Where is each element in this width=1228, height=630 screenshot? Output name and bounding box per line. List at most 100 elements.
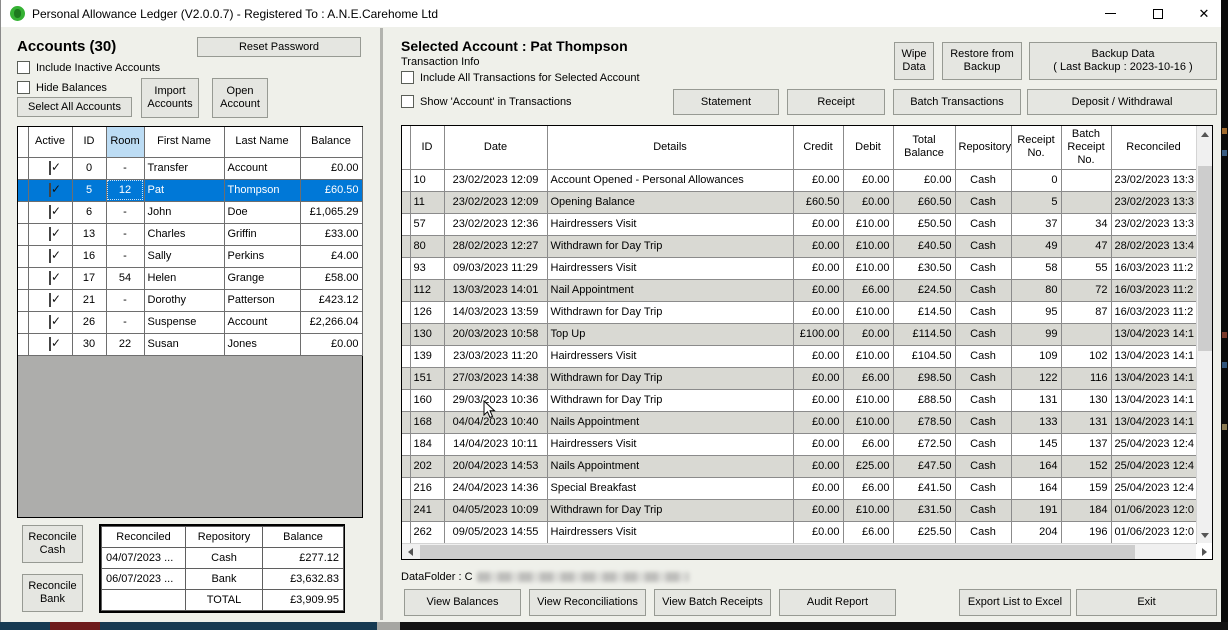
transaction-row[interactable]: 216 24/04/2023 14:36 Special Breakfast £… <box>402 477 1196 499</box>
transaction-row[interactable]: 112 13/03/2023 14:01 Nail Appointment £0… <box>402 279 1196 301</box>
checkbox-icon[interactable] <box>17 61 30 74</box>
transaction-row[interactable]: 11 23/02/2023 12:09 Opening Balance £60.… <box>402 191 1196 213</box>
column-header-credit[interactable]: Credit <box>793 126 843 169</box>
maximize-icon[interactable] <box>1141 2 1175 25</box>
scroll-right-icon[interactable] <box>1196 544 1212 560</box>
deposit-withdrawal-button[interactable]: Deposit / Withdrawal <box>1027 89 1217 115</box>
column-header-debit[interactable]: Debit <box>843 126 893 169</box>
close-icon[interactable]: ✕ <box>1187 2 1221 25</box>
checkbox-checked-icon[interactable] <box>49 337 51 351</box>
checkbox-checked-icon[interactable] <box>49 271 51 285</box>
checkbox-checked-icon[interactable] <box>49 161 51 175</box>
account-row[interactable]: 16 - Sally Perkins £4.00 <box>18 245 362 267</box>
open-account-button[interactable]: Open Account <box>212 78 268 118</box>
export-list-to-excel-button[interactable]: Export List to Excel <box>959 589 1071 616</box>
column-header-receipt-no[interactable]: Receipt No. <box>1011 126 1061 169</box>
transaction-row[interactable]: 168 04/04/2023 10:40 Nails Appointment £… <box>402 411 1196 433</box>
column-header-reconciled[interactable]: Reconciled <box>1111 126 1196 169</box>
column-header-details[interactable]: Details <box>547 126 793 169</box>
reset-password-button[interactable]: Reset Password <box>197 37 361 57</box>
active-checkbox-cell[interactable] <box>28 201 72 223</box>
account-row[interactable]: 0 - Transfer Account £0.00 <box>18 157 362 179</box>
restore-from-backup-button[interactable]: Restore from Backup <box>942 42 1022 80</box>
column-header-batch-receipt-no[interactable]: Batch Receipt No. <box>1061 126 1111 169</box>
column-header-id[interactable]: ID <box>72 127 106 157</box>
active-checkbox-cell[interactable] <box>28 179 72 201</box>
transaction-row[interactable]: 139 23/03/2023 11:20 Hairdressers Visit … <box>402 345 1196 367</box>
column-header-id[interactable]: ID <box>410 126 444 169</box>
scroll-left-icon[interactable] <box>402 544 418 560</box>
checkbox-checked-icon[interactable] <box>49 293 51 307</box>
transaction-row[interactable]: 10 23/02/2023 12:09 Account Opened - Per… <box>402 169 1196 191</box>
account-row[interactable]: 6 - John Doe £1,065.29 <box>18 201 362 223</box>
transaction-row[interactable]: 126 14/03/2023 13:59 Withdrawn for Day T… <box>402 301 1196 323</box>
horizontal-scrollbar[interactable] <box>402 543 1196 559</box>
exit-button[interactable]: Exit <box>1076 589 1217 616</box>
audit-report-button[interactable]: Audit Report <box>779 589 896 616</box>
checkbox-checked-icon[interactable] <box>49 315 51 329</box>
account-row[interactable]: 5 12 Pat Thompson £60.50 <box>18 179 362 201</box>
horizontal-scrollbar-thumb[interactable] <box>420 545 1135 559</box>
backup-data-button[interactable]: Backup Data ( Last Backup : 2023-10-16 ) <box>1029 42 1217 80</box>
column-header-first-name[interactable]: First Name <box>144 127 224 157</box>
transaction-row[interactable]: 80 28/02/2023 12:27 Withdrawn for Day Tr… <box>402 235 1196 257</box>
view-reconciliations-button[interactable]: View Reconciliations <box>529 589 646 616</box>
view-balances-button[interactable]: View Balances <box>404 589 521 616</box>
active-checkbox-cell[interactable] <box>28 245 72 267</box>
checkbox-icon[interactable] <box>401 95 414 108</box>
column-header-balance[interactable]: Balance <box>300 127 362 157</box>
transaction-row[interactable]: 130 20/03/2023 10:58 Top Up £100.00 £0.0… <box>402 323 1196 345</box>
reconcile-bank-button[interactable]: Reconcile Bank <box>22 574 83 612</box>
column-header-repository[interactable]: Repository <box>955 126 1011 169</box>
transaction-row[interactable]: 93 09/03/2023 11:29 Hairdressers Visit £… <box>402 257 1196 279</box>
account-row[interactable]: 30 22 Susan Jones £0.00 <box>18 333 362 355</box>
active-checkbox-cell[interactable] <box>28 333 72 355</box>
scroll-down-icon[interactable] <box>1197 527 1213 543</box>
account-row[interactable]: 26 - Suspense Account £2,266.04 <box>18 311 362 333</box>
checkbox-checked-icon[interactable] <box>49 183 51 197</box>
active-checkbox-cell[interactable] <box>28 157 72 179</box>
transaction-row[interactable]: 151 27/03/2023 14:38 Withdrawn for Day T… <box>402 367 1196 389</box>
scroll-up-icon[interactable] <box>1197 126 1213 142</box>
minimize-icon[interactable] <box>1093 2 1127 25</box>
transaction-row[interactable]: 241 04/05/2023 10:09 Withdrawn for Day T… <box>402 499 1196 521</box>
hide-balances-checkbox[interactable]: Hide Balances <box>17 81 107 94</box>
batch-transactions-button[interactable]: Batch Transactions <box>893 89 1021 115</box>
include-inactive-checkbox[interactable]: Include Inactive Accounts <box>17 61 160 74</box>
view-batch-receipts-button[interactable]: View Batch Receipts <box>654 589 771 616</box>
checkbox-icon[interactable] <box>401 71 414 84</box>
checkbox-checked-icon[interactable] <box>49 249 51 263</box>
account-row[interactable]: 17 54 Helen Grange £58.00 <box>18 267 362 289</box>
active-checkbox-cell[interactable] <box>28 311 72 333</box>
import-accounts-button[interactable]: Import Accounts <box>141 78 199 118</box>
active-checkbox-cell[interactable] <box>28 289 72 311</box>
receipt-button[interactable]: Receipt <box>787 89 885 115</box>
include-all-transactions-checkbox[interactable]: Include All Transactions for Selected Ac… <box>401 71 640 84</box>
transaction-row[interactable]: 160 29/03/2023 10:36 Withdrawn for Day T… <box>402 389 1196 411</box>
accounts-header-row: Active ID Room First Name Last Name Bala… <box>18 127 362 157</box>
column-header-room[interactable]: Room <box>106 127 144 157</box>
column-header-last-name[interactable]: Last Name <box>224 127 300 157</box>
vertical-scrollbar[interactable] <box>1196 126 1212 543</box>
checkbox-icon[interactable] <box>17 81 30 94</box>
vertical-scrollbar-thumb[interactable] <box>1198 166 1212 351</box>
wipe-data-button[interactable]: Wipe Data <box>894 42 934 80</box>
transaction-row[interactable]: 202 20/04/2023 14:53 Nails Appointment £… <box>402 455 1196 477</box>
active-checkbox-cell[interactable] <box>28 223 72 245</box>
column-header-active[interactable]: Active <box>28 127 72 157</box>
account-id-cell: 21 <box>72 289 106 311</box>
transaction-row[interactable]: 184 14/04/2023 10:11 Hairdressers Visit … <box>402 433 1196 455</box>
account-row[interactable]: 21 - Dorothy Patterson £423.12 <box>18 289 362 311</box>
show-account-checkbox[interactable]: Show 'Account' in Transactions <box>401 95 572 108</box>
select-all-accounts-button[interactable]: Select All Accounts <box>17 97 132 117</box>
checkbox-checked-icon[interactable] <box>49 205 51 219</box>
account-row[interactable]: 13 - Charles Griffin £33.00 <box>18 223 362 245</box>
transaction-row[interactable]: 262 09/05/2023 14:55 Hairdressers Visit … <box>402 521 1196 543</box>
reconcile-cash-button[interactable]: Reconcile Cash <box>22 525 83 563</box>
transaction-row[interactable]: 57 23/02/2023 12:36 Hairdressers Visit £… <box>402 213 1196 235</box>
statement-button[interactable]: Statement <box>673 89 779 115</box>
checkbox-checked-icon[interactable] <box>49 227 51 241</box>
column-header-date[interactable]: Date <box>444 126 547 169</box>
active-checkbox-cell[interactable] <box>28 267 72 289</box>
column-header-total-balance[interactable]: Total Balance <box>893 126 955 169</box>
